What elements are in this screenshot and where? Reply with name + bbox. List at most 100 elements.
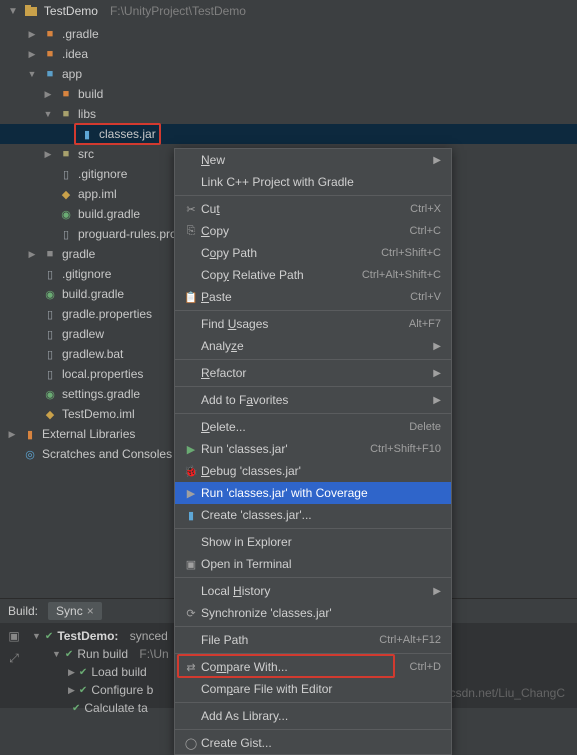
tree-item-build[interactable]: ▶■build: [0, 84, 577, 104]
separator: [175, 413, 451, 414]
folder-icon: ■: [42, 46, 58, 62]
ctx-synchronize[interactable]: ⟳Synchronize 'classes.jar': [175, 602, 451, 624]
chevron-right-icon: ▶: [26, 49, 38, 60]
ctx-run[interactable]: ▶Run 'classes.jar'Ctrl+Shift+F10: [175, 438, 451, 460]
project-path: F:\UnityProject\TestDemo: [110, 4, 246, 18]
project-header: ▼ TestDemo F:\UnityProject\TestDemo: [0, 0, 577, 22]
folder-icon: ■: [42, 26, 58, 42]
chevron-right-icon: ▶: [42, 149, 54, 160]
chevron-right-icon: ▶: [26, 249, 38, 260]
copy-icon: ⎘: [181, 225, 201, 238]
submenu-arrow-icon: ▶: [433, 155, 441, 166]
iml-icon: ◆: [42, 406, 58, 422]
folder-icon: ■: [58, 106, 74, 122]
context-menu: New▶ Link C++ Project with Gradle ✂CutCt…: [174, 148, 452, 755]
folder-icon: ■: [58, 86, 74, 102]
file-icon: ▯: [42, 346, 58, 362]
ctx-open-terminal[interactable]: ▣Open in Terminal: [175, 553, 451, 575]
config-icon: ▮: [181, 509, 201, 522]
gradle-icon: ◉: [42, 386, 58, 402]
ctx-copy-relative-path[interactable]: Copy Relative PathCtrl+Alt+Shift+C: [175, 264, 451, 286]
run-icon: ▶: [181, 443, 201, 456]
ctx-run-with-coverage[interactable]: ▶Run 'classes.jar' with Coverage: [175, 482, 451, 504]
submenu-arrow-icon: ▶: [433, 368, 441, 379]
file-icon: ▯: [58, 226, 74, 242]
debug-icon: 🐞: [181, 465, 201, 478]
jar-icon: ▮: [79, 126, 95, 142]
ctx-analyze[interactable]: Analyze▶: [175, 335, 451, 357]
coverage-icon: ▶: [181, 487, 201, 500]
compare-icon: ⇄: [181, 661, 201, 674]
submenu-arrow-icon: ▶: [433, 395, 441, 406]
ctx-link-cpp[interactable]: Link C++ Project with Gradle: [175, 171, 451, 193]
check-icon: ✔: [45, 631, 53, 642]
ctx-paste[interactable]: 📋PasteCtrl+V: [175, 286, 451, 308]
ctx-create-gist[interactable]: ◯Create Gist...: [175, 732, 451, 754]
check-icon: ✔: [79, 685, 87, 696]
module-folder-icon: ■: [42, 66, 58, 82]
paste-icon: 📋: [181, 291, 201, 304]
separator: [175, 626, 451, 627]
close-icon[interactable]: ×: [87, 604, 94, 618]
ctx-debug[interactable]: 🐞Debug 'classes.jar': [175, 460, 451, 482]
ctx-cut[interactable]: ✂CutCtrl+X: [175, 198, 451, 220]
properties-icon: ▯: [42, 306, 58, 322]
project-icon: [24, 4, 38, 18]
ctx-compare-editor[interactable]: Compare File with Editor: [175, 678, 451, 700]
chevron-right-icon: ▶: [26, 29, 38, 40]
ctx-copy[interactable]: ⎘CopyCtrl+C: [175, 220, 451, 242]
iml-icon: ◆: [58, 186, 74, 202]
check-icon: ✔: [72, 703, 80, 714]
check-icon: ✔: [79, 667, 87, 678]
sync-icon: ⟳: [181, 607, 201, 620]
ctx-add-favorites[interactable]: Add to Favorites▶: [175, 389, 451, 411]
chevron-down-icon: ▼: [32, 631, 41, 641]
tree-item-libs[interactable]: ▼■libs: [0, 104, 577, 124]
separator: [175, 359, 451, 360]
sync-tab[interactable]: Sync×: [48, 602, 102, 620]
ctx-compare-with[interactable]: ⇄Compare With...Ctrl+D: [175, 656, 451, 678]
chevron-right-icon: ▶: [68, 667, 75, 678]
github-icon: ◯: [181, 737, 201, 750]
separator: [175, 577, 451, 578]
separator: [175, 729, 451, 730]
gradle-icon: ◉: [42, 286, 58, 302]
folder-icon: ■: [58, 146, 74, 162]
separator: [175, 702, 451, 703]
ctx-delete[interactable]: Delete...Delete: [175, 416, 451, 438]
ctx-local-history[interactable]: Local History▶: [175, 580, 451, 602]
libraries-icon: ▮: [22, 426, 38, 442]
cut-icon: ✂: [181, 203, 201, 216]
check-icon: ✔: [65, 649, 73, 660]
ctx-refactor[interactable]: Refactor▶: [175, 362, 451, 384]
folder-icon: ■: [42, 246, 58, 262]
ctx-file-path[interactable]: File PathCtrl+Alt+F12: [175, 629, 451, 651]
separator: [175, 528, 451, 529]
ctx-new[interactable]: New▶: [175, 149, 451, 171]
file-icon: ▯: [42, 266, 58, 282]
chevron-right-icon: ▶: [68, 685, 75, 696]
properties-icon: ▯: [42, 366, 58, 382]
chevron-down-icon: ▼: [52, 649, 61, 659]
ctx-find-usages[interactable]: Find UsagesAlt+F7: [175, 313, 451, 335]
file-icon: ▯: [58, 166, 74, 182]
separator: [175, 195, 451, 196]
submenu-arrow-icon: ▶: [433, 341, 441, 352]
ctx-add-as-library[interactable]: Add As Library...: [175, 705, 451, 727]
filter-icon[interactable]: ▣: [8, 629, 19, 643]
tree-item-classes-jar[interactable]: ▮classes.jar: [0, 124, 577, 144]
tree-item-idea[interactable]: ▶■.idea: [0, 44, 577, 64]
terminal-icon: ▣: [181, 558, 201, 571]
ctx-copy-path[interactable]: Copy PathCtrl+Shift+C: [175, 242, 451, 264]
tree-item-app[interactable]: ▼■app: [0, 64, 577, 84]
ctx-show-explorer[interactable]: Show in Explorer: [175, 531, 451, 553]
separator: [175, 386, 451, 387]
project-name: TestDemo: [44, 4, 98, 18]
build-gutter: ▣ ⤢: [0, 623, 28, 709]
chevron-down-icon: ▼: [26, 69, 38, 79]
chevron-right-icon: ▶: [42, 89, 54, 100]
expand-icon[interactable]: ⤢: [9, 651, 19, 666]
tree-item-gradle[interactable]: ▶■.gradle: [0, 24, 577, 44]
chevron-down-icon: ▼: [8, 6, 18, 17]
ctx-create-run-config[interactable]: ▮Create 'classes.jar'...: [175, 504, 451, 526]
